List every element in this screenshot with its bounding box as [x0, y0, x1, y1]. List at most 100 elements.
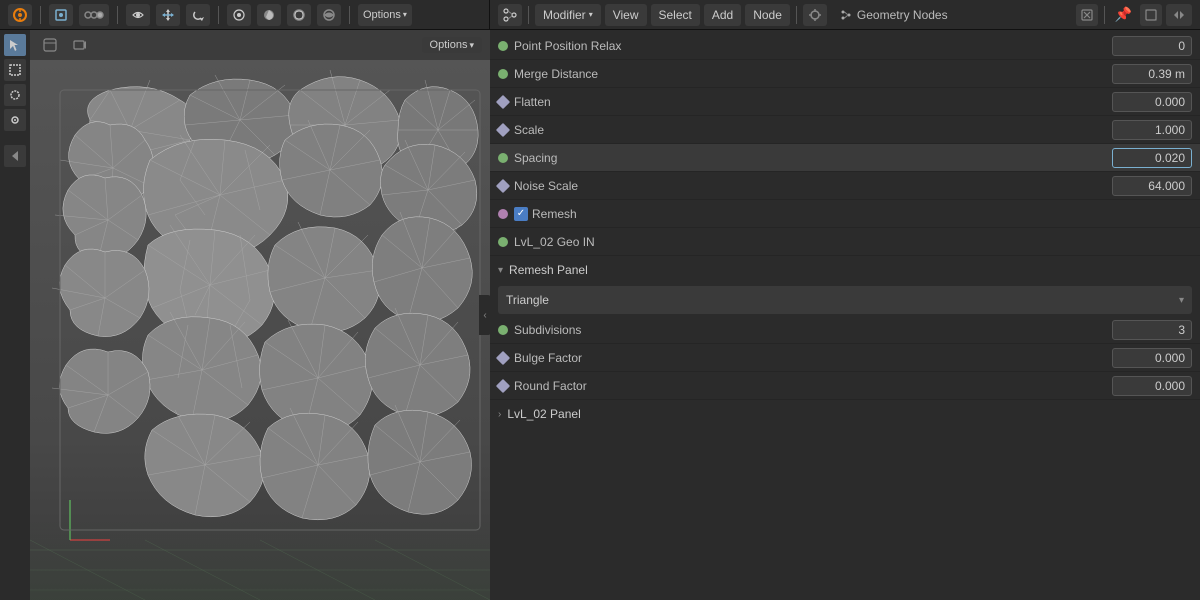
modifier-dropdown-arrow: ▾ — [589, 10, 593, 19]
value-merge-distance[interactable]: 0.39 m — [1112, 64, 1192, 84]
snapping-btn[interactable] — [803, 4, 827, 26]
label-subdivisions: Subdivisions — [514, 323, 1106, 337]
add-menu-btn[interactable]: Add — [704, 4, 741, 26]
collapse-tools-btn[interactable] — [4, 145, 26, 167]
eye-icon-btn[interactable] — [126, 4, 150, 26]
label-flatten: Flatten — [514, 95, 1106, 109]
label-noise-scale: Noise Scale — [514, 179, 1106, 193]
node-editor-icon-btn[interactable] — [498, 4, 522, 26]
label-round-factor: Round Factor — [514, 379, 1106, 393]
lvl02-panel-header[interactable]: › LvL_02 Panel — [490, 400, 1200, 428]
viewport-scene[interactable] — [30, 60, 490, 600]
properties-panel: Point Position Relax 0 Merge Distance 0.… — [490, 30, 1200, 600]
label-spacing: Spacing — [514, 151, 1106, 165]
sep6 — [796, 6, 797, 24]
sep4 — [349, 6, 350, 24]
value-subdivisions[interactable]: 3 — [1112, 320, 1192, 340]
lvl02-panel-arrow: › — [498, 409, 501, 420]
node-tree-icon — [841, 10, 851, 20]
value-bulge-factor[interactable]: 0.000 — [1112, 348, 1192, 368]
node-menu-btn[interactable]: Node — [745, 4, 790, 26]
close-editor-btn[interactable] — [1076, 4, 1098, 26]
value-scale[interactable]: 1.000 — [1112, 120, 1192, 140]
node-label: Node — [753, 8, 782, 22]
value-spacing[interactable]: 0.020 — [1112, 148, 1192, 168]
pin-btn[interactable]: 📌 — [1111, 4, 1136, 25]
workspace-circles-btn[interactable] — [79, 4, 109, 26]
prop-row-round-factor: Round Factor 0.000 — [490, 372, 1200, 400]
socket-scale — [496, 122, 510, 136]
socket-bulge-factor — [496, 350, 510, 364]
sep1 — [40, 6, 41, 24]
label-lvl02-geo-in: LvL_02 Geo IN — [514, 235, 1192, 249]
value-point-pos-relax[interactable]: 0 — [1112, 36, 1192, 56]
triangle-dropdown-arrow: ▾ — [1179, 295, 1184, 306]
area-control-btn[interactable] — [1140, 4, 1162, 26]
remesh-panel-arrow: ▾ — [498, 265, 503, 276]
prop-row-noise-scale: Noise Scale 64.000 — [490, 172, 1200, 200]
3d-viewport[interactable]: Options ▾ — [0, 30, 490, 600]
sep3 — [218, 6, 219, 24]
remesh-checkbox[interactable]: ✓ — [514, 207, 528, 221]
viewport-top-tools: Options ▾ — [30, 30, 490, 60]
geonodes-header-bar: Modifier ▾ View Select Add Node — [490, 0, 1200, 29]
viewport-shading-material[interactable] — [287, 4, 311, 26]
socket-round-factor — [496, 378, 510, 392]
socket-remesh — [498, 209, 508, 219]
remesh-checkbox-area: ✓ Remesh — [514, 207, 577, 221]
viewport-shading-rendered[interactable] — [317, 4, 341, 26]
viewport-mode-btn[interactable] — [49, 4, 73, 26]
top-bar: Options ▾ Modifier ▾ View Select — [0, 0, 1200, 30]
nav-controls-btn[interactable] — [1166, 4, 1192, 26]
add-label: Add — [712, 8, 733, 22]
main-content: Options ▾ — [0, 30, 1200, 600]
label-scale: Scale — [514, 123, 1106, 137]
stones-mesh-svg — [30, 60, 490, 600]
sep2 — [117, 6, 118, 24]
viewport-options-arrow: ▾ — [469, 40, 474, 51]
label-remesh: Remesh — [532, 207, 577, 221]
transform-tools-btn[interactable] — [156, 4, 180, 26]
geo-nodes-title-area: Geometry Nodes — [831, 8, 958, 22]
tweak-btn[interactable] — [4, 109, 26, 131]
viewport-shading-solid[interactable] — [257, 4, 281, 26]
floor-grid — [30, 520, 490, 600]
socket-noise-scale — [496, 178, 510, 192]
options-dropdown-arrow: ▾ — [403, 10, 407, 19]
viewport-left-toolbar — [0, 30, 30, 600]
triangle-dropdown-label: Triangle — [506, 293, 1173, 307]
socket-spacing — [498, 153, 508, 163]
viewport-options-label: Options — [430, 39, 468, 51]
view-menu-btn[interactable]: View — [605, 4, 647, 26]
value-noise-scale[interactable]: 64.000 — [1112, 176, 1192, 196]
rotate-tool-btn[interactable] — [186, 4, 210, 26]
viewport-camera-btn[interactable] — [68, 36, 92, 54]
viewport-header-bar: Options ▾ — [0, 0, 490, 29]
sep5 — [528, 6, 529, 24]
blender-menu-btn[interactable] — [8, 4, 32, 26]
modifier-menu-btn[interactable]: Modifier ▾ — [535, 4, 601, 26]
select-label: Select — [659, 8, 692, 22]
viewport-options-btn[interactable]: Options ▾ — [422, 37, 482, 53]
viewport-collapse-btn[interactable]: ‹ — [479, 295, 490, 335]
socket-point-pos-relax — [498, 41, 508, 51]
label-remesh-panel: Remesh Panel — [509, 263, 588, 277]
remesh-panel-header[interactable]: ▾ Remesh Panel — [490, 256, 1200, 284]
viewport-display-btn[interactable] — [227, 4, 251, 26]
triangle-dropdown[interactable]: Triangle ▾ — [498, 286, 1192, 314]
value-round-factor[interactable]: 0.000 — [1112, 376, 1192, 396]
label-point-pos-relax: Point Position Relax — [514, 39, 1106, 53]
viewport-toggle-btn[interactable] — [38, 36, 62, 54]
socket-lvl02-geo-in — [498, 237, 508, 247]
lasso-select-btn[interactable] — [4, 84, 26, 106]
prop-row-subdivisions: Subdivisions 3 — [490, 316, 1200, 344]
cursor-tool-btn[interactable] — [4, 34, 26, 56]
select-menu-btn[interactable]: Select — [651, 4, 700, 26]
select-box-btn[interactable] — [4, 59, 26, 81]
options-label: Options — [363, 9, 401, 21]
prop-row-flatten: Flatten 0.000 — [490, 88, 1200, 116]
sep7 — [1104, 6, 1105, 24]
options-btn[interactable]: Options ▾ — [358, 4, 412, 26]
value-flatten[interactable]: 0.000 — [1112, 92, 1192, 112]
prop-row-scale: Scale 1.000 — [490, 116, 1200, 144]
